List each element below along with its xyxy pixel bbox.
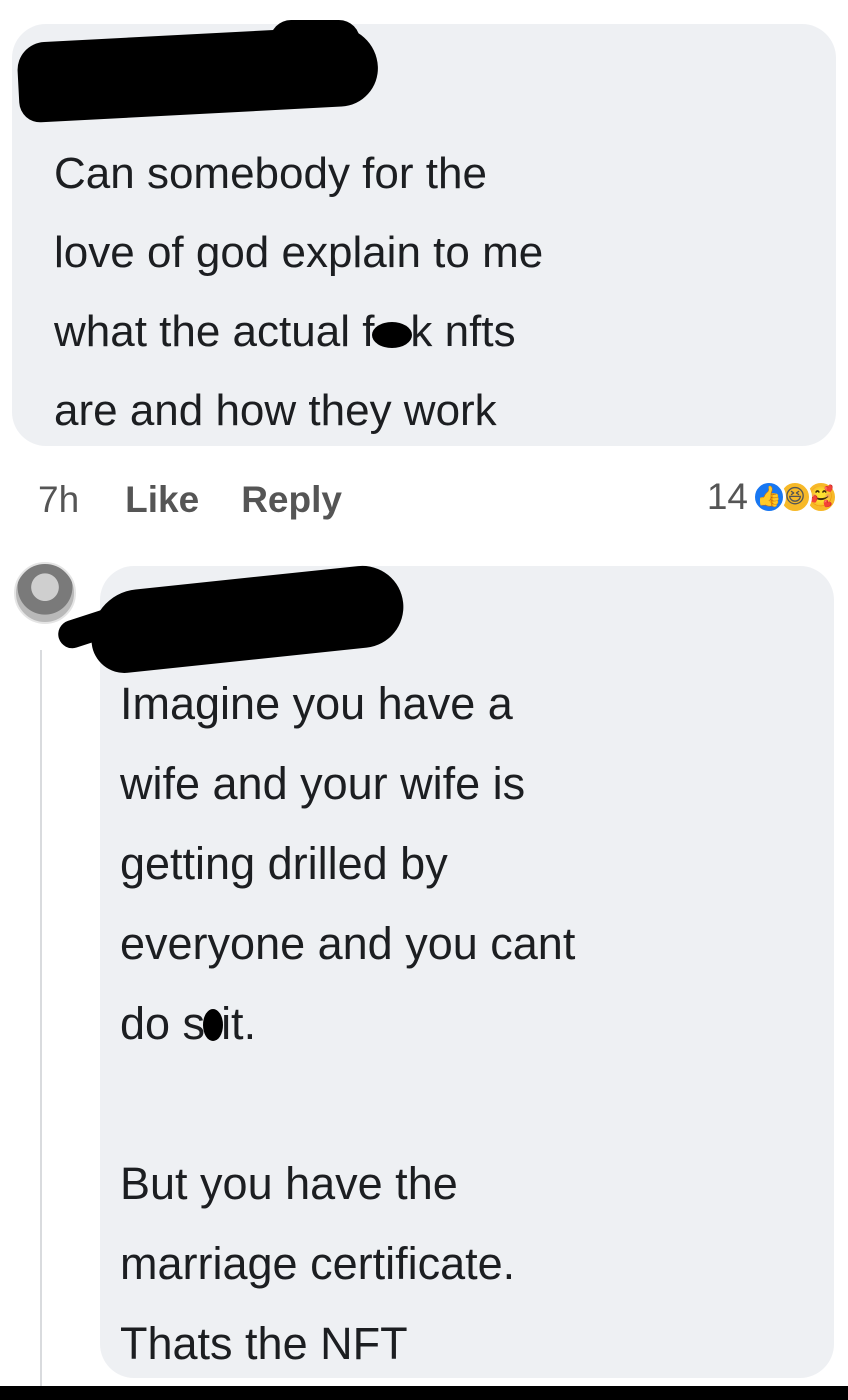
comment-timestamp[interactable]: 7h (38, 479, 79, 521)
reaction-summary[interactable]: 14 👍 😆 🥰 (707, 476, 838, 518)
comment-2-text: Imagine you have a wife and your wife is… (120, 664, 818, 1384)
comment-2-line-3: getting drilled by (120, 838, 448, 889)
comment-1-line-2: love of god explain to me (54, 228, 544, 277)
comment-1-line-3: what the actual f k nfts (54, 292, 816, 371)
redacted-author-name-1-overflow (270, 20, 360, 62)
comment-1-line-3-end: k nfts (410, 307, 516, 356)
comment-1-line-3-start: what the actual f (54, 307, 375, 356)
comment-2-para-2-line-1: But you have the (120, 1158, 458, 1209)
comment-2-line-5: do s it. (120, 984, 818, 1064)
reaction-count: 14 (706, 476, 748, 517)
comment-bubble-2: Imagine you have a wife and your wife is… (100, 566, 834, 1378)
reply-button[interactable]: Reply (241, 479, 342, 521)
comment-1-line-4: are and how they work (54, 386, 497, 435)
comment-2-line-5-end: it. (221, 998, 257, 1049)
comment-2-line-5-start: do s (120, 998, 206, 1049)
comment-1-actions: 7h Like Reply 14 👍 😆 🥰 (38, 472, 838, 528)
bottom-edge-bar (0, 1386, 848, 1400)
thread-line (40, 650, 42, 1400)
comment-1-text: Can somebody for the love of god explain… (54, 134, 816, 450)
like-button[interactable]: Like (125, 479, 199, 521)
comment-2-line-2: wife and your wife is (120, 758, 526, 809)
comment-2-line-4: everyone and you cant (120, 918, 576, 969)
comment-2-para-2-line-2: marriage certificate. (120, 1238, 516, 1289)
like-icon: 👍 (752, 480, 786, 514)
censor-blot (372, 322, 413, 348)
comment-2-line-1: Imagine you have a (120, 678, 513, 729)
comment-1-line-1: Can somebody for the (54, 149, 487, 198)
avatar[interactable] (14, 562, 76, 624)
comment-2-para-2-line-3: Thats the NFT (120, 1318, 408, 1369)
